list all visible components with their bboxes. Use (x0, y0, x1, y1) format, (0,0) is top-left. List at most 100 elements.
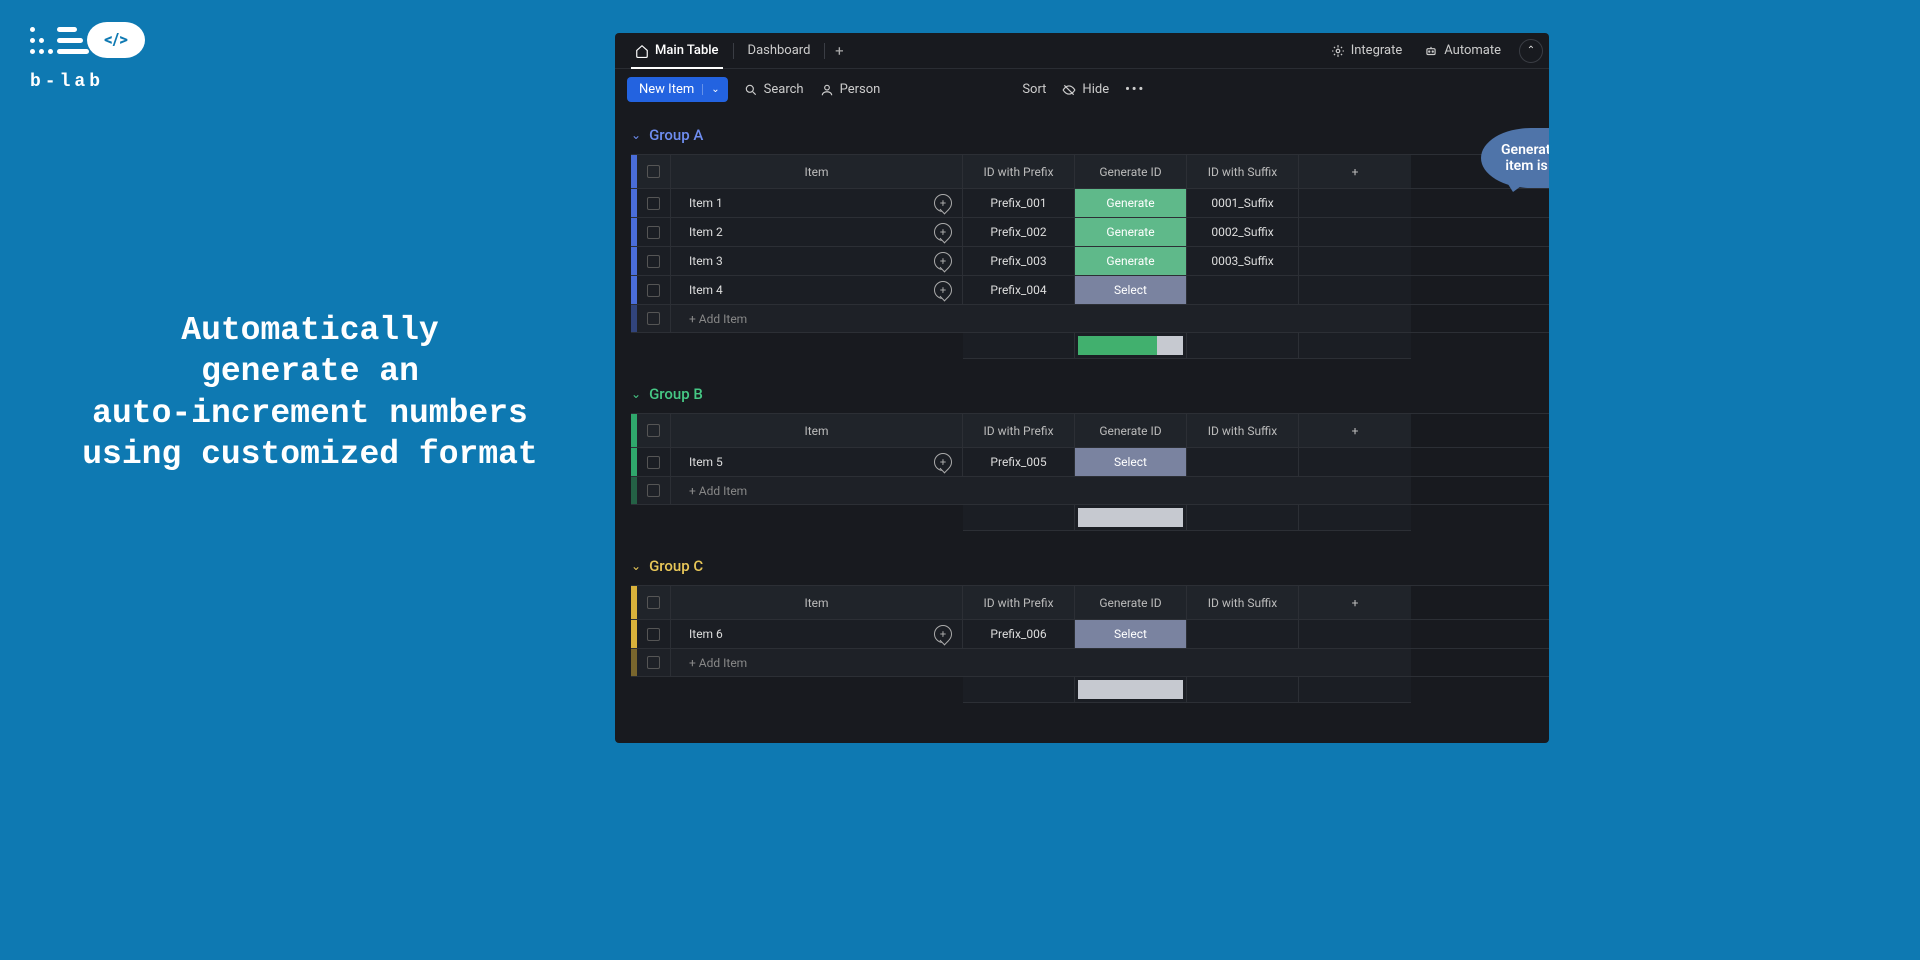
column-header-item[interactable]: Item (671, 155, 963, 188)
row-checkbox[interactable] (637, 218, 671, 246)
column-header-item[interactable]: Item (671, 586, 963, 619)
item-name-cell[interactable]: Item 1 + (671, 189, 963, 217)
person-label: Person (840, 82, 881, 97)
suffix-cell[interactable] (1187, 448, 1299, 476)
item-name-cell[interactable]: Item 6 + (671, 620, 963, 648)
plug-icon (1331, 44, 1345, 58)
generate-cell[interactable]: Generate (1075, 247, 1187, 275)
generate-cell[interactable]: Generate (1075, 189, 1187, 217)
group-header[interactable]: ⌄ Group A (631, 122, 1549, 148)
table-row: Item 5 + Prefix_005 Select (631, 447, 1549, 476)
add-column-button[interactable]: + (1299, 155, 1411, 188)
group-title: Group A (649, 126, 703, 144)
column-header-generate[interactable]: Generate ID (1075, 586, 1187, 619)
row-checkbox[interactable] (637, 305, 671, 332)
automate-button[interactable]: Automate (1420, 39, 1505, 62)
table-row: Item 6 + Prefix_006 Select (631, 619, 1549, 648)
group-header[interactable]: ⌄ Group C (631, 553, 1549, 579)
row-checkbox[interactable] (637, 189, 671, 217)
comment-icon[interactable]: + (934, 252, 952, 270)
tab-add[interactable]: + (825, 42, 853, 60)
select-all-checkbox[interactable] (637, 155, 671, 188)
integrate-label: Integrate (1351, 43, 1403, 58)
new-item-button[interactable]: New Item ⌄ (627, 77, 728, 102)
brand-logo: </> b-lab (30, 22, 170, 92)
column-header-suffix[interactable]: ID with Suffix (1187, 414, 1299, 447)
row-checkbox[interactable] (637, 620, 671, 648)
column-header-generate[interactable]: Generate ID (1075, 155, 1187, 188)
prefix-cell[interactable]: Prefix_002 (963, 218, 1075, 246)
marketing-headline: Automatically generate an auto-increment… (55, 310, 565, 475)
integrate-button[interactable]: Integrate (1327, 39, 1407, 62)
group-title: Group B (649, 385, 703, 403)
comment-icon[interactable]: + (934, 453, 952, 471)
table-row: Item 1 + Prefix_001 Generate 0001_Suffix (631, 188, 1549, 217)
select-all-checkbox[interactable] (637, 414, 671, 447)
chevron-up-icon: ⌃ (1527, 45, 1535, 56)
comment-icon[interactable]: + (934, 194, 952, 212)
generate-cell[interactable]: Generate (1075, 218, 1187, 246)
comment-icon[interactable]: + (934, 625, 952, 643)
item-name-cell[interactable]: Item 2 + (671, 218, 963, 246)
suffix-cell[interactable] (1187, 276, 1299, 304)
prefix-cell[interactable]: Prefix_004 (963, 276, 1075, 304)
suffix-cell[interactable]: 0001_Suffix (1187, 189, 1299, 217)
add-item-button[interactable]: + Add Item (671, 649, 1411, 676)
prefix-cell[interactable]: Prefix_001 (963, 189, 1075, 217)
more-menu[interactable]: ••• (1125, 82, 1145, 97)
collapse-button[interactable]: ⌃ (1519, 39, 1543, 63)
tab-label: Main Table (655, 43, 719, 58)
prefix-cell[interactable]: Prefix_006 (963, 620, 1075, 648)
suffix-cell[interactable] (1187, 620, 1299, 648)
comment-icon[interactable]: + (934, 281, 952, 299)
person-filter[interactable]: Person (820, 82, 881, 97)
tab-dashboard[interactable]: Dashboard (734, 33, 825, 69)
row-checkbox[interactable] (637, 247, 671, 275)
empty-cell (1299, 189, 1411, 217)
column-header-prefix[interactable]: ID with Prefix (963, 586, 1075, 619)
item-name: Item 3 (689, 254, 723, 268)
item-name-cell[interactable]: Item 5 + (671, 448, 963, 476)
add-column-button[interactable]: + (1299, 414, 1411, 447)
chevron-down-icon: ⌄ (631, 128, 641, 142)
person-icon (820, 83, 834, 97)
prefix-cell[interactable]: Prefix_005 (963, 448, 1075, 476)
prefix-cell[interactable]: Prefix_003 (963, 247, 1075, 275)
table-row: Item 2 + Prefix_002 Generate 0002_Suffix (631, 217, 1549, 246)
item-name: Item 5 (689, 455, 723, 469)
column-header-suffix[interactable]: ID with Suffix (1187, 155, 1299, 188)
row-checkbox[interactable] (637, 448, 671, 476)
add-column-button[interactable]: + (1299, 586, 1411, 619)
row-checkbox[interactable] (637, 276, 671, 304)
generate-cell[interactable]: Select (1075, 276, 1187, 304)
item-name-cell[interactable]: Item 4 + (671, 276, 963, 304)
table-row: Item 4 + Prefix_004 Select (631, 275, 1549, 304)
item-name-cell[interactable]: Item 3 + (671, 247, 963, 275)
column-header-prefix[interactable]: ID with Prefix (963, 155, 1075, 188)
column-header-suffix[interactable]: ID with Suffix (1187, 586, 1299, 619)
home-icon (635, 44, 649, 58)
add-item-button[interactable]: + Add Item (671, 477, 1411, 504)
tab-main-table[interactable]: Main Table (621, 33, 733, 69)
generate-cell[interactable]: Select (1075, 620, 1187, 648)
row-checkbox[interactable] (637, 649, 671, 676)
robot-icon (1424, 44, 1438, 58)
column-header-prefix[interactable]: ID with Prefix (963, 414, 1075, 447)
search-button[interactable]: Search (744, 82, 804, 97)
select-all-checkbox[interactable] (637, 586, 671, 619)
generate-cell[interactable]: Select (1075, 448, 1187, 476)
sort-button[interactable]: Sort (1022, 82, 1046, 97)
hide-button[interactable]: Hide (1062, 82, 1109, 97)
group-header[interactable]: ⌄ Group B (631, 381, 1549, 407)
row-checkbox[interactable] (637, 477, 671, 504)
app-window: Main Table Dashboard + Integrate Automat… (615, 33, 1549, 743)
add-item-button[interactable]: + Add Item (671, 305, 1411, 332)
column-header-generate[interactable]: Generate ID (1075, 414, 1187, 447)
comment-icon[interactable]: + (934, 223, 952, 241)
empty-cell (1299, 620, 1411, 648)
suffix-cell[interactable]: 0002_Suffix (1187, 218, 1299, 246)
item-name: Item 2 (689, 225, 723, 239)
column-header-item[interactable]: Item (671, 414, 963, 447)
chevron-down-icon: ⌄ (702, 84, 719, 95)
suffix-cell[interactable]: 0003_Suffix (1187, 247, 1299, 275)
